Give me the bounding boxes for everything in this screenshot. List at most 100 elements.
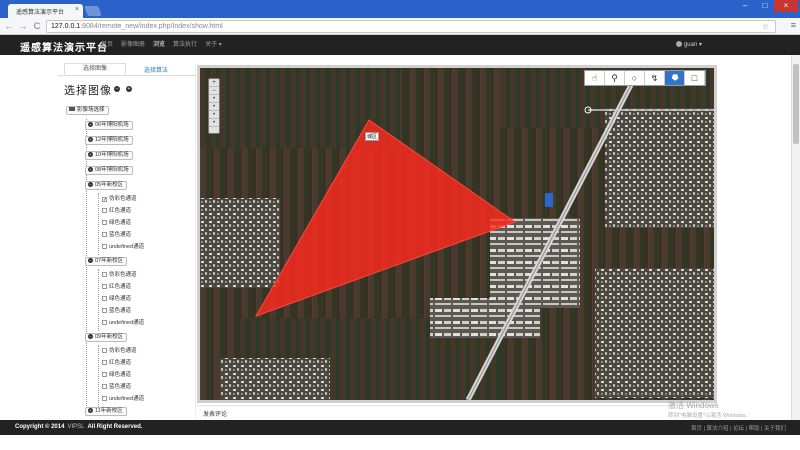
tree-node-label: 06年博阳机场 (95, 122, 129, 128)
minimize-icon[interactable]: – (736, 0, 754, 12)
tab-close-icon[interactable]: × (75, 6, 79, 13)
zoom-out-icon[interactable]: − (209, 87, 219, 95)
checkbox[interactable] (102, 384, 107, 389)
tree-node-label: 10年博阳机场 (95, 152, 129, 158)
checkbox[interactable] (102, 296, 107, 301)
url-input[interactable]: 127.0.0.1:8084/remote_new/index.php/Inde… (46, 20, 776, 33)
checkbox[interactable]: ✓ (102, 197, 107, 203)
checkbox[interactable] (102, 372, 107, 377)
checkbox[interactable] (102, 348, 107, 353)
draw-rectangle-icon[interactable]: □ (685, 71, 705, 85)
tree-leaf[interactable]: 绿色通道 (102, 295, 131, 303)
address-bar-row: ← → C 127.0.0.1:8084/remote_new/index.ph… (0, 18, 800, 35)
village (605, 108, 714, 228)
comment-section: 发表评论 (197, 405, 717, 419)
new-tab-button[interactable] (84, 6, 102, 16)
tree-leaf[interactable]: 伪彩色通道 (102, 271, 137, 279)
maximize-icon[interactable]: □ (756, 0, 774, 12)
tree-leaf[interactable]: 蓝色通道 (102, 307, 131, 315)
village (595, 268, 714, 398)
tree-group-node[interactable]: +11年新校区 (85, 407, 127, 416)
back-icon[interactable]: ← (3, 20, 15, 32)
url-path: :8084/remote_new/index.php/Index/show.ht… (80, 23, 223, 30)
zoom-in-icon[interactable]: + (209, 79, 219, 87)
checkbox[interactable] (102, 220, 107, 225)
building-blue-roof (545, 193, 553, 207)
leaf-label: 绿色通道 (109, 220, 132, 226)
brand-title[interactable]: 遥感算法演示平台 (20, 39, 108, 54)
tree-leaf[interactable]: 红色通道 (102, 207, 131, 215)
tree-leaf[interactable]: 伪彩色通道 (102, 347, 137, 355)
reload-icon[interactable]: C (31, 20, 43, 32)
window-close-icon[interactable]: × (774, 0, 798, 12)
comment-label[interactable]: 发表评论 (203, 409, 227, 418)
windows-activation-watermark: 激活 Windows 转到"电脑设置"以激活 Windows。 (668, 400, 751, 419)
leaf-label: 蓝色通道 (109, 308, 132, 314)
tree-group-node[interactable]: +08年博阳机场 (85, 166, 133, 175)
checkbox[interactable] (102, 244, 107, 249)
expand-icon: + (88, 137, 93, 142)
tree-node-label: 07年新校区 (95, 258, 124, 264)
draw-circle-icon[interactable]: ○ (625, 71, 645, 85)
tree-node-label: 08年博阳机场 (95, 167, 129, 173)
leaf-label: 伪彩色通道 (109, 348, 137, 354)
scrollbar-thumb[interactable] (793, 64, 799, 144)
tree-leaf[interactable]: ✓ 伪彩色通道 (102, 195, 137, 203)
bottom-strip (0, 435, 800, 450)
tree-leaf[interactable]: undefined通道 (102, 243, 144, 251)
nav-about[interactable]: 关于 ▾ (201, 35, 226, 55)
watermark-title: 激活 Windows (668, 401, 719, 410)
checkbox[interactable] (102, 360, 107, 365)
nav-run-algorithm[interactable]: 算法执行 (169, 35, 201, 55)
tree-group-node[interactable]: +10年博阳机场 (85, 151, 133, 160)
tree-group-node[interactable]: −09年新校区 (85, 333, 128, 342)
marker-point-icon[interactable]: ⚲ (605, 71, 625, 85)
satellite-map[interactable]: 城区 + − • • • • ☝ ⚲ ○ ↯ ⯂ □ (200, 68, 714, 400)
zoom-level-icon[interactable]: • (209, 111, 219, 119)
zoom-level-icon[interactable]: • (209, 95, 219, 103)
expand-icon: + (88, 167, 93, 172)
nav-home[interactable]: 首页 (97, 35, 117, 55)
checkbox[interactable] (102, 208, 107, 213)
zoom-level-icon[interactable]: • (209, 119, 219, 127)
zoom-control[interactable]: + − • • • • (208, 78, 220, 134)
pan-hand-icon[interactable]: ☝ (585, 71, 605, 85)
footer-links[interactable]: 首页 | 算法介绍 | 论坛 | 帮助 | 关于我们 (691, 424, 786, 432)
tree-leaf[interactable]: undefined通道 (102, 319, 144, 327)
tree-leaf[interactable]: 蓝色通道 (102, 231, 131, 239)
user-menu[interactable]: guan ▾ (675, 41, 702, 48)
draw-polygon-icon[interactable]: ⯂ (665, 71, 685, 85)
draw-polyline-icon[interactable]: ↯ (645, 71, 665, 85)
checkbox[interactable] (102, 308, 107, 313)
tree-group-node[interactable]: −05年新校区 (85, 181, 128, 190)
leaf-label: 伪彩色通道 (109, 196, 137, 202)
zoom-level-icon[interactable]: • (209, 103, 219, 111)
collapse-icon: − (88, 258, 93, 263)
checkbox[interactable] (102, 320, 107, 325)
checkbox[interactable] (102, 272, 107, 277)
tree-group-node[interactable]: −07年新校区 (85, 257, 128, 266)
browser-tab[interactable]: 遥感算法演示平台 × (8, 4, 83, 18)
tree-root-node[interactable]: 影像场选择 (66, 106, 109, 115)
nav-browse[interactable]: 浏览 (149, 35, 169, 55)
leaf-label: undefined通道 (109, 396, 145, 402)
tree-leaf[interactable]: 红色通道 (102, 283, 131, 291)
browser-menu-icon[interactable]: ≡ (791, 20, 796, 30)
tree-leaf[interactable]: 蓝色通道 (102, 383, 131, 391)
bookmark-star-icon[interactable]: ☆ (762, 21, 769, 32)
nav-gallery[interactable]: 影像图册 (117, 35, 149, 55)
leaf-label: 红色通道 (109, 208, 132, 214)
tree-leaf[interactable]: undefined通道 (102, 395, 144, 403)
forward-icon[interactable]: → (17, 20, 29, 32)
image-select-panel: 选择图像 选择算法 选择图像 − + 影像场选择 +06年博阳机场 +12年博阳… (58, 62, 196, 420)
checkbox[interactable] (102, 396, 107, 401)
tree-node-label: 12年博阳机场 (95, 137, 129, 143)
checkbox[interactable] (102, 232, 107, 237)
tree-group-node[interactable]: +12年博阳机场 (85, 136, 133, 145)
tree-leaf[interactable]: 红色通道 (102, 359, 131, 367)
tree-leaf[interactable]: 绿色通道 (102, 219, 131, 227)
tree-leaf[interactable]: 绿色通道 (102, 371, 131, 379)
tree-group-node[interactable]: +06年博阳机场 (85, 121, 133, 130)
map-toolbar: ☝ ⚲ ○ ↯ ⯂ □ (584, 70, 706, 86)
checkbox[interactable] (102, 284, 107, 289)
